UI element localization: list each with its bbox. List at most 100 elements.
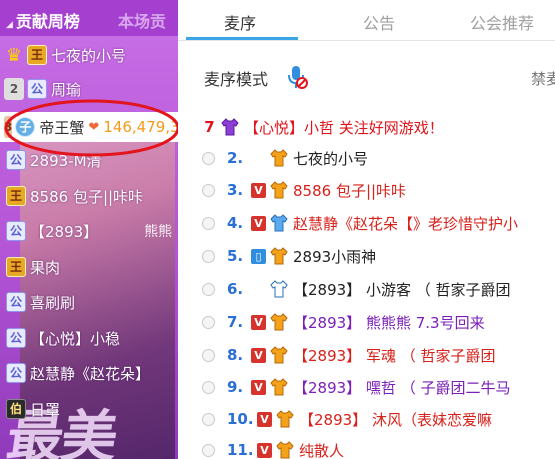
vip-badge: V [257,411,272,427]
queue-row[interactable]: 9. V 【2893】 嘿哲 （ 子爵团二牛马 [202,372,510,402]
ranking-username: 帝王蟹 [39,118,85,137]
queue-row[interactable]: 4. V 赵慧静《赵花朵【》老珍惜守护小 [202,208,518,238]
ranking-username: 七夜的小号 [51,46,127,65]
vip-badge: 7 [204,117,215,136]
ranking-username: 【心悦】小稳 [30,329,121,348]
queue-number: 3. [227,181,244,199]
rank-badge-icon: 公 [6,363,26,383]
ranking-row[interactable]: 2 公 周瑜 [0,73,178,105]
ranking-row[interactable]: 伯 日罩 [0,393,178,425]
ranking-username: 8586 包子||咔咔 [30,187,144,206]
queue-row[interactable]: 3. V 8586 包子||咔咔 [202,175,406,205]
ranking-username: 周瑜 [51,80,82,99]
tab-mic-queue[interactable]: 麦序 [224,10,256,34]
tab-weekly-contribution[interactable]: 贡献周榜 [6,8,80,32]
shirt-icon [270,346,288,364]
queue-row[interactable]: 6. 【2893】 小游客 （ 哲家子爵团 [202,274,510,304]
ranking-tabs: 贡献周榜 本场贡 [0,0,178,36]
queue-number: 11. [227,441,254,459]
queue-username: 【2893】 军魂 （ 哲家子爵团 [293,346,496,365]
tab-announcement[interactable]: 公告 [363,10,395,34]
queue-row[interactable]: 11. V 纯散人 [202,435,344,459]
contribution-ranking-panel: 最美 贡献周榜 本场贡 ♛ 王 七夜的小号 2 公 周瑜 3 子 帝王蟹 ❤ 1… [0,0,178,459]
queue-username: 8586 包子||咔咔 [293,181,407,200]
queue-number: 10. [227,410,254,428]
ranking-row[interactable]: ♛ 王 七夜的小号 [0,39,178,71]
queue-radio[interactable] [202,412,215,426]
queue-username: 七夜的小号 [293,149,369,168]
shirt-icon [270,247,288,265]
queue-radio[interactable] [202,315,215,329]
queue-username: 赵慧静《赵花朵【》老珍惜守护小 [293,214,519,233]
queue-number: 9. [227,378,244,396]
ranking-row[interactable]: 公 2893-M清 [0,144,178,176]
shirt-icon [270,280,288,298]
queue-row[interactable]: 10. V 【2893】 沐风（表妹恋爱嘛 [202,404,492,434]
vip-badge: V [257,442,272,458]
ranking-row[interactable]: 公 赵慧静《赵花朵】 [0,357,178,389]
queue-radio[interactable] [202,249,215,263]
queue-number: 6. [227,280,244,298]
ranking-row-highlighted[interactable]: 3 子 帝王蟹 ❤ 146,479,320 [0,112,178,142]
queue-username: 【2893】 嘿哲 （ 子爵团二牛马 [293,378,511,397]
diamond-icon: ❤ [88,119,100,135]
rank-badge-icon: 王 [6,257,26,277]
vip-badge: V [251,215,266,231]
ban-mic-button[interactable]: 禁麦 [531,68,555,89]
queue-number: 2. [227,149,244,167]
ranking-row[interactable]: 王 果肉 [0,251,178,283]
queue-row[interactable]: 8. V 【2893】 军魂 （ 哲家子爵团 [202,340,495,370]
ranking-row[interactable]: 公 【2893】 熊熊 [0,215,178,247]
mic-mode-label: 麦序模式 [204,70,269,89]
shirt-icon [276,441,294,459]
mic-queue-panel: 麦序 公告 公会推荐 麦序模式 禁麦 7 【心悦】小哲 关注好网游戏！ 2. 七… [178,0,555,459]
queue-radio[interactable] [202,282,215,296]
rank-badge-icon: 王 [27,45,47,65]
ranking-row[interactable]: 公 喜刷刷 [0,286,178,318]
tab-session-contribution[interactable]: 本场贡 [118,8,166,32]
queue-username: 纯散人 [299,441,345,459]
ranking-row[interactable]: 王 8586 包子||咔咔 [0,180,178,212]
rank-badge-icon: 伯 [6,399,26,419]
tab-guild-recommend[interactable]: 公会推荐 [470,10,534,34]
vip-badge: V [251,347,266,363]
ranking-username: 【2893】 [30,222,99,241]
queue-radio[interactable] [202,443,215,457]
queue-number: 7. [227,313,244,331]
shirt-icon [270,214,288,232]
queue-username: 2893小雨神 [293,247,377,266]
active-tab-indicator [186,37,298,40]
queue-radio[interactable] [202,216,215,230]
queue-radio[interactable] [202,151,215,165]
queue-radio[interactable] [202,348,215,362]
queue-username: 【2893】 小游客 （ 哲家子爵团 [293,280,511,299]
phone-icon: ▯ [251,248,266,264]
rank-badge-icon: 王 [6,186,26,206]
queue-radio[interactable] [202,183,215,197]
vip-badge: V [251,314,266,330]
shirt-icon [270,313,288,331]
rank-badge-icon: 公 [6,292,26,312]
vip-badge: V [251,182,266,198]
ranking-extra-text: 熊熊 [144,224,173,240]
crown-icon: ♛ [5,44,23,66]
queue-row[interactable]: 2. 七夜的小号 [202,143,368,173]
rank-badge-icon: 公 [6,221,26,241]
queue-number: 4. [227,214,244,232]
queue-row[interactable]: 5. ▯ 2893小雨神 [202,241,376,271]
queue-number: 5. [227,247,244,265]
queue-row[interactable]: 7 【心悦】小哲 关注好网游戏！ [202,112,444,142]
queue-row[interactable]: 7. V 【2893】 熊熊熊 7.3号回来 [202,307,485,337]
ranking-username: 喜刷刷 [30,293,76,312]
shirt-icon [270,378,288,396]
ranking-row[interactable]: 公 【心悦】小稳 [0,322,178,354]
queue-username: 【2893】 熊熊熊 7.3号回来 [293,313,485,332]
rank-badge-icon: 公 [6,150,26,170]
shirt-icon [221,118,239,136]
ranking-username: 果肉 [30,258,61,277]
ranking-username: 赵慧静《赵花朵】 [30,364,151,383]
ranking-username: 日罩 [30,400,61,419]
queue-radio[interactable] [202,380,215,394]
rank-badge-icon: 公 [6,328,26,348]
mic-icon[interactable] [285,64,309,90]
